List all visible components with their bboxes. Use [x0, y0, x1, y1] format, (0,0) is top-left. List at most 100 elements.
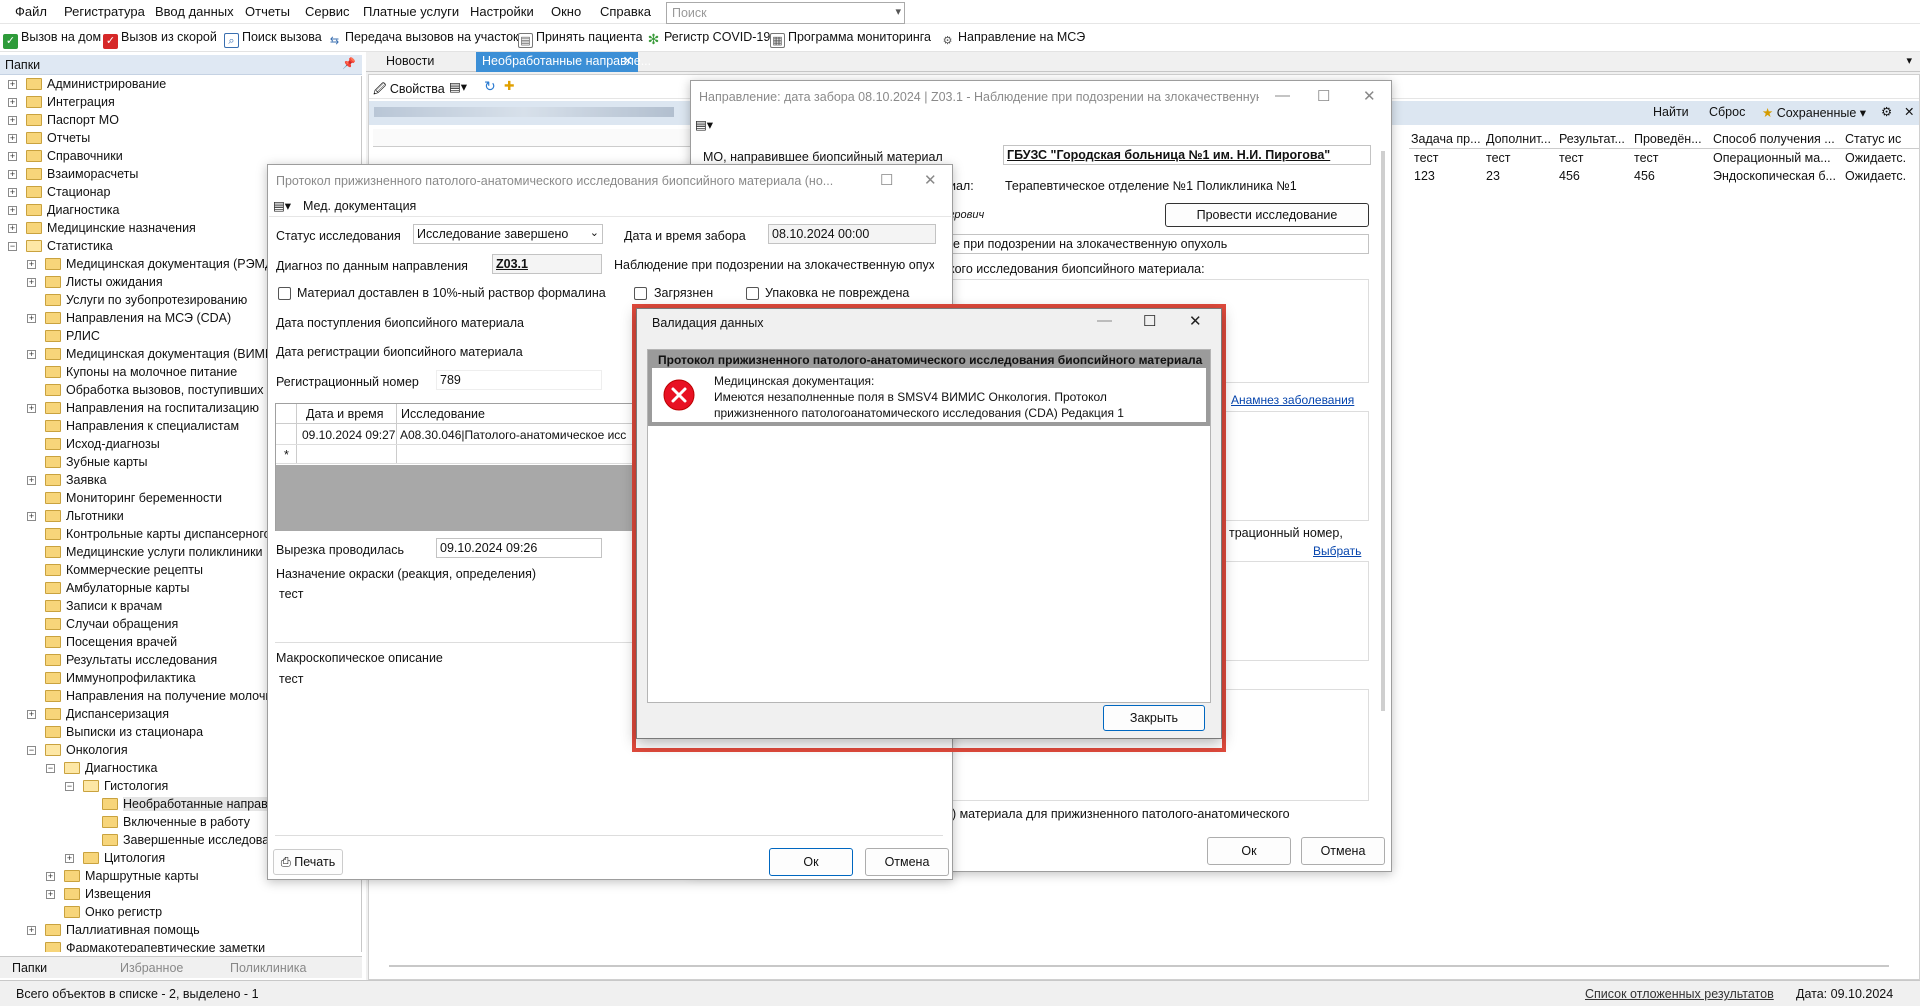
expand-icon[interactable]: +: [27, 476, 36, 485]
minimize-icon[interactable]: —: [1097, 312, 1112, 329]
date-field[interactable]: 08.10.2024 00:00: [768, 224, 936, 244]
expand-icon[interactable]: +: [27, 926, 36, 935]
table-row-new[interactable]: *: [276, 446, 634, 464]
tree-item[interactable]: Фармакотерапевтические заметки: [0, 940, 361, 952]
expand-icon[interactable]: +: [27, 350, 36, 359]
monitoring-program-button[interactable]: ▦ Программа мониторинга: [770, 30, 931, 48]
close-icon[interactable]: ✕: [924, 171, 937, 189]
tab-polyclinic[interactable]: Поликлиника: [230, 961, 306, 975]
expand-icon[interactable]: +: [8, 80, 17, 89]
expand-icon[interactable]: +: [27, 314, 36, 323]
collapse-icon[interactable]: −: [46, 764, 55, 773]
tree-item[interactable]: + Паспорт МО: [0, 112, 361, 130]
expand-icon[interactable]: +: [8, 98, 17, 107]
horizontal-scrollbar[interactable]: [389, 965, 1889, 967]
tree-item[interactable]: + Извещения: [0, 886, 361, 904]
search-input[interactable]: Поиск ▾: [666, 2, 905, 24]
cut-field[interactable]: 09.10.2024 09:26: [436, 538, 602, 558]
close-icon[interactable]: ✕: [1363, 87, 1376, 105]
tab-folders[interactable]: Папки: [12, 961, 47, 975]
tree-item[interactable]: Онко регистр: [0, 904, 361, 922]
package-checkbox[interactable]: [746, 287, 759, 300]
menu-help[interactable]: Справка: [600, 4, 651, 19]
expand-icon[interactable]: +: [27, 260, 36, 269]
maximize-icon[interactable]: ☐: [880, 171, 893, 189]
transfer-calls-button[interactable]: ⇆ Передача вызовов на участок: [327, 30, 519, 49]
collapse-icon[interactable]: −: [27, 746, 36, 755]
table-row[interactable]: 09.10.2024 09:27 A08.30.046|Патолого-ана…: [276, 425, 634, 445]
col-header-status[interactable]: Статус ис: [1845, 132, 1901, 146]
close-button[interactable]: Закрыть: [1103, 705, 1205, 731]
menu-file[interactable]: Файл: [15, 4, 47, 19]
tree-item[interactable]: + Интеграция: [0, 94, 361, 112]
table-row[interactable]: тест тест тест тест Операционный ма... О…: [1409, 151, 1919, 169]
expand-icon[interactable]: +: [46, 872, 55, 881]
regnum-field[interactable]: 789: [436, 370, 602, 390]
menu-registry[interactable]: Регистратура: [64, 4, 145, 19]
close-icon[interactable]: ✕: [1904, 104, 1914, 119]
search-call-button[interactable]: ⌕ Поиск вызова: [224, 30, 322, 48]
tab-unprocessed[interactable]: Необработанные направле... ✕: [476, 52, 651, 72]
expand-icon[interactable]: +: [27, 512, 36, 521]
mo-field[interactable]: ГБУЗС "Городская больница №1 им. Н.И. Пи…: [1003, 145, 1371, 165]
close-icon[interactable]: ✕: [1189, 312, 1202, 330]
expand-icon[interactable]: +: [8, 206, 17, 215]
doc-menu-icon[interactable]: ▤▾: [695, 117, 713, 132]
refresh-icon[interactable]: ↻: [484, 78, 496, 95]
minimize-icon[interactable]: —: [1275, 87, 1290, 104]
menu-reports[interactable]: Отчеты: [245, 4, 290, 19]
covid-register-button[interactable]: ✻ Регистр COVID-19: [646, 30, 770, 47]
reset-button[interactable]: Сброс: [1709, 105, 1745, 119]
menu-settings[interactable]: Настройки: [470, 4, 534, 19]
grid-header-research[interactable]: Исследование: [401, 407, 485, 421]
col-header-conducted[interactable]: Проведён...: [1634, 132, 1702, 146]
expand-icon[interactable]: +: [27, 404, 36, 413]
print-menu-icon[interactable]: ▤▾: [449, 79, 467, 94]
col-header-method[interactable]: Способ получения ...: [1713, 132, 1835, 146]
home-call-button[interactable]: ✓ Вызов на дом: [3, 30, 101, 49]
do-research-button[interactable]: Провести исследование: [1165, 203, 1369, 227]
ok-button[interactable]: Ок: [769, 848, 853, 876]
close-icon[interactable]: ✕: [623, 53, 633, 68]
accept-patient-button[interactable]: ▤ Принять пациента: [518, 30, 643, 48]
col-header-result[interactable]: Результат...: [1559, 132, 1625, 146]
dirty-checkbox[interactable]: [634, 287, 647, 300]
properties-button[interactable]: 🖉 Свойства: [373, 80, 445, 101]
deferred-results-link[interactable]: Список отложенных результатов: [1585, 987, 1774, 1001]
grid-header-datetime[interactable]: Дата и время: [306, 407, 384, 421]
choose-link[interactable]: Выбрать: [1313, 544, 1361, 558]
col-header-task[interactable]: Задача пр...: [1411, 132, 1481, 146]
pin-icon[interactable]: 📌: [342, 57, 356, 70]
collapse-icon[interactable]: −: [8, 242, 17, 251]
saved-button[interactable]: ★ Сохраненные ▾: [1762, 105, 1866, 120]
cancel-button[interactable]: Отмена: [865, 848, 949, 876]
expand-icon[interactable]: +: [27, 710, 36, 719]
col-header-additional[interactable]: Дополнит...: [1486, 132, 1551, 146]
maximize-icon[interactable]: ☐: [1143, 312, 1156, 330]
formalin-checkbox[interactable]: [278, 287, 291, 300]
tree-item[interactable]: + Паллиативная помощь: [0, 922, 361, 940]
expand-icon[interactable]: +: [8, 134, 17, 143]
expand-icon[interactable]: +: [27, 278, 36, 287]
doc-menu-icon[interactable]: ▤▾: [273, 198, 291, 213]
expand-icon[interactable]: +: [8, 188, 17, 197]
anamnesis-link[interactable]: Анамнез заболевания: [1231, 393, 1354, 407]
expand-icon[interactable]: +: [8, 224, 17, 233]
menu-window[interactable]: Окно: [551, 4, 581, 19]
chevron-down-icon[interactable]: ▾: [895, 5, 901, 18]
ok-button[interactable]: Ок: [1207, 837, 1291, 865]
settings-icon[interactable]: ⚙: [1881, 104, 1892, 119]
tab-favorites[interactable]: Избранное: [120, 961, 183, 975]
table-row[interactable]: 123 23 456 456 Эндоскопическая б... Ожид…: [1409, 169, 1919, 187]
menu-data-entry[interactable]: Ввод данных: [155, 4, 234, 19]
expand-icon[interactable]: +: [46, 890, 55, 899]
validation-item[interactable]: Медицинская документация: Имеются незапо…: [652, 368, 1206, 422]
expand-icon[interactable]: +: [8, 170, 17, 179]
cancel-button[interactable]: Отмена: [1301, 837, 1385, 865]
diag-field[interactable]: Z03.1: [492, 254, 602, 274]
tab-news[interactable]: Новости: [386, 54, 466, 68]
expand-icon[interactable]: +: [8, 152, 17, 161]
tree-item[interactable]: + Администрирование: [0, 76, 361, 94]
expand-icon[interactable]: +: [65, 854, 74, 863]
expand-icon[interactable]: +: [8, 116, 17, 125]
